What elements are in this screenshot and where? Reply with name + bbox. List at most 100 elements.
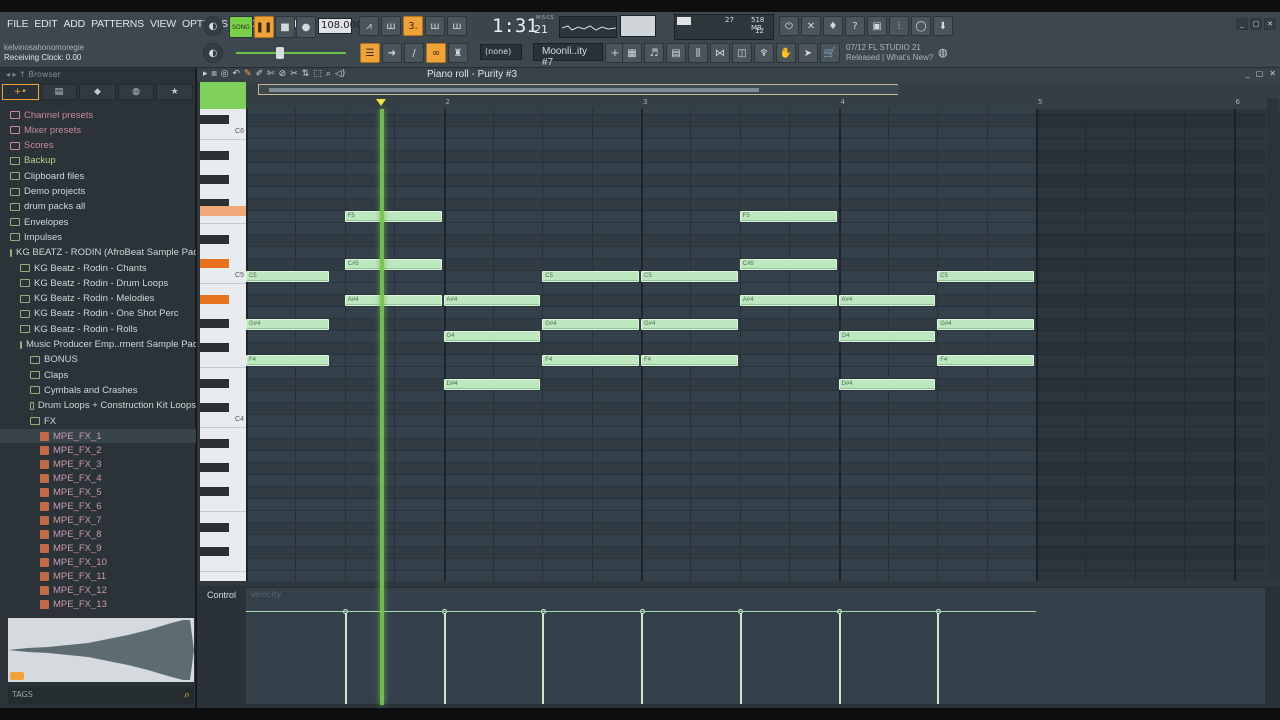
black-key[interactable] (200, 379, 229, 388)
timeline-ruler[interactable]: 2 3 4 5 6 (246, 82, 1280, 109)
note[interactable]: C5 (641, 271, 738, 282)
globe-icon[interactable]: ◍ (938, 46, 948, 59)
sample-item[interactable]: MPE_FX_2 (0, 443, 196, 457)
mixer-button[interactable]: ⫶ (889, 16, 909, 36)
sample-item[interactable]: MPE_FX_4 (0, 471, 196, 485)
help-button[interactable]: ? (845, 16, 865, 36)
note-grid[interactable]: F5 C#5 C5 A#4 G#4 F4 A#4 G4 D#4 C5 G#4 F4 C5 G#4 F4 F5 C… (246, 109, 1265, 581)
folder-item[interactable]: KG Beatz - Rodin - Melodies (0, 292, 196, 306)
mixer-view-button[interactable]: ⫼ (688, 43, 708, 63)
velocity-stem[interactable] (739, 612, 742, 704)
plugins-button[interactable]: ♆ (754, 43, 774, 63)
shop-button[interactable]: 🛒 (820, 43, 840, 63)
velocity-stem[interactable] (838, 612, 841, 704)
slice-icon[interactable]: ✂ (290, 69, 298, 79)
sample-item[interactable]: MPE_FX_6 (0, 499, 196, 513)
folder-item[interactable]: Channel presets (0, 108, 196, 122)
master-volume-knob[interactable]: ◐ (203, 16, 223, 36)
menu-item-add[interactable]: ADD (61, 18, 89, 30)
search-icon[interactable]: ⌕ (184, 688, 190, 702)
tab-plugin-database[interactable]: ◆ (79, 84, 116, 100)
folder-item[interactable]: Scores (0, 139, 196, 153)
online-button[interactable]: ⏻ (779, 16, 799, 36)
window-restore-button[interactable]: ▢ (1250, 18, 1262, 30)
black-key[interactable] (200, 235, 229, 244)
mute-icon[interactable]: ⊘ (279, 69, 287, 79)
black-key[interactable] (200, 547, 229, 556)
sample-item[interactable]: MPE_FX_12 (0, 583, 196, 597)
folder-item[interactable]: KG Beatz - Rodin - Chants (0, 261, 196, 275)
note[interactable]: F5 (344, 211, 442, 222)
note[interactable]: C5 (542, 271, 639, 282)
note[interactable]: C5 (246, 271, 329, 282)
note[interactable]: F4 (641, 355, 738, 366)
link-button[interactable]: ∞ (426, 43, 446, 63)
control-label[interactable]: Control (207, 590, 236, 600)
song-mode-toggle[interactable]: SONG (229, 16, 253, 38)
folder-item[interactable]: FX (0, 414, 196, 428)
menu-item-view[interactable]: VIEW (147, 18, 179, 30)
velocity-stem[interactable] (542, 612, 545, 704)
sample-item[interactable]: MPE_FX_5 (0, 485, 196, 499)
note[interactable]: A#4 (344, 295, 442, 306)
tab-sounds[interactable]: ◍ (117, 84, 155, 100)
tab-all[interactable]: +• (2, 84, 39, 100)
playhead-marker-icon[interactable] (376, 99, 386, 107)
black-key[interactable] (200, 343, 229, 352)
browser-button[interactable]: ◫ (732, 43, 752, 63)
folder-item[interactable]: Drum Loops + Construction Kit Loops (0, 399, 196, 413)
sample-item[interactable]: MPE_FX_13 (0, 597, 196, 611)
touch-keyboard-button[interactable]: ✋ (776, 43, 796, 63)
folder-item[interactable]: Demo projects (0, 185, 196, 199)
folder-item[interactable]: BONUS (0, 353, 196, 367)
note[interactable]: A#4 (443, 295, 541, 306)
master-volume-slider[interactable] (236, 52, 346, 54)
sample-item[interactable]: MPE_FX_3 (0, 457, 196, 471)
note[interactable]: F4 (542, 355, 639, 366)
folder-item[interactable]: Envelopes (0, 215, 196, 229)
folder-item[interactable]: KG Beatz - Rodin - One Shot Perc (0, 307, 196, 321)
black-key[interactable] (200, 463, 229, 472)
stop-button[interactable]: ■ (275, 16, 295, 38)
black-key[interactable] (200, 115, 229, 124)
menu-item-patterns[interactable]: PATTERNS (88, 18, 147, 30)
export-button[interactable]: ⬇ (933, 16, 953, 36)
plugin-picker-button[interactable]: ✕ (801, 16, 821, 36)
sample-item[interactable]: MPE_FX_1 (0, 429, 196, 444)
plugin-db-button[interactable]: ⋈ (710, 43, 730, 63)
channel-rack-button[interactable]: ▦ (622, 43, 642, 63)
note[interactable]: A#4 (838, 295, 936, 306)
note[interactable]: C#5 (344, 259, 442, 270)
save-button[interactable]: ▣ (867, 16, 887, 36)
velocity-stem[interactable] (937, 612, 940, 704)
news-line-1[interactable]: 07/12 FL STUDIO 21 (846, 43, 921, 52)
note[interactable]: G#4 (937, 319, 1034, 330)
tags-bar[interactable]: TAGS ⌕ (8, 686, 194, 704)
tab-starred[interactable]: ★ (156, 84, 193, 100)
pencil-icon[interactable]: ✎ (244, 69, 252, 79)
folder-item[interactable]: KG Beatz - Rodin - Rolls (0, 322, 196, 336)
folder-item[interactable]: drum packs all (0, 200, 196, 214)
folder-item[interactable]: Cymbals and Crashes (0, 383, 196, 397)
sample-item[interactable]: MPE_FX_8 (0, 527, 196, 541)
maximize-icon[interactable]: ▢ (1256, 69, 1264, 78)
velocity-stem[interactable] (641, 612, 643, 704)
window-close-button[interactable]: ✕ (1264, 18, 1276, 30)
pattern-selector[interactable]: Moonli..ity #7 (533, 43, 603, 68)
wait-input-button[interactable]: ш (381, 16, 401, 36)
velocity-stem[interactable] (443, 612, 446, 704)
sample-item[interactable]: MPE_FX_9 (0, 541, 196, 555)
piano-roll-button[interactable]: ♬ (644, 43, 664, 63)
project-picker-button[interactable]: ➤ (798, 43, 818, 63)
select-icon[interactable]: ⬚ (313, 69, 322, 79)
playlist-button[interactable]: ☰ (360, 43, 380, 63)
sample-item[interactable]: MPE_FX_7 (0, 513, 196, 527)
slip-icon[interactable]: ⇅ (302, 69, 310, 79)
stamp-button[interactable]: ♜ (448, 43, 468, 63)
sample-item[interactable]: MPE_FX_11 (0, 569, 196, 583)
loop-record-button[interactable]: ш (447, 16, 467, 36)
note[interactable]: C#5 (739, 259, 837, 270)
note[interactable]: D#4 (443, 379, 541, 390)
playhead-line[interactable] (380, 109, 385, 705)
tempo-display[interactable]: 108.000 (318, 18, 362, 34)
